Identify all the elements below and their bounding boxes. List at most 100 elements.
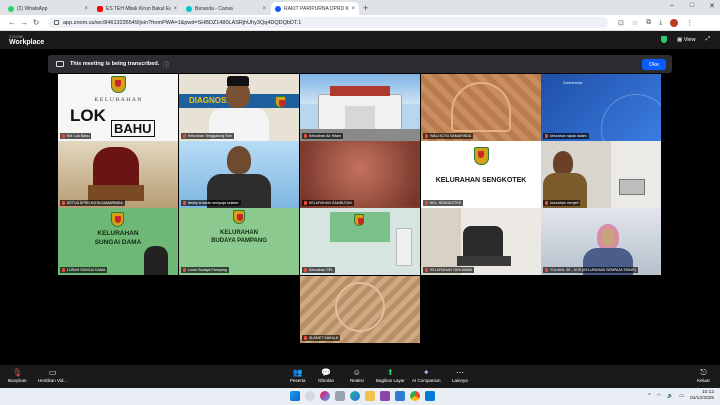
info-icon[interactable]: ⓘ [163, 60, 169, 69]
wifi-icon[interactable]: ◠ [657, 393, 661, 399]
extensions-icon[interactable]: ⧉ [646, 19, 651, 27]
participant-tile[interactable]: KELURAHAN BUDAYA PAMPANG Lurah Budaya Pa… [179, 208, 299, 275]
chrome-icon[interactable] [410, 391, 420, 401]
zoom-header: ZOOM Workplace ▦ View ⤢ [0, 31, 720, 49]
volume-icon[interactable]: 🔈 [667, 393, 673, 399]
participant-name: kelurahan rapak dalam [543, 133, 589, 139]
edge-icon[interactable] [350, 391, 360, 401]
leave-button[interactable]: ⎋ Keluar [697, 368, 710, 383]
participant-tile[interactable]: destry w karah sempaja selatan [179, 141, 299, 208]
file-explorer-icon[interactable] [365, 391, 375, 401]
participant-tile[interactable]: kelurahan menjeti [541, 141, 661, 208]
youtube-icon [97, 5, 103, 12]
system-tray: ^ ◠ 🔈 ▭ 10:12 04/12/2025 [648, 390, 714, 402]
fullscreen-icon[interactable]: ⤢ [706, 36, 710, 43]
windows-start-icon[interactable] [290, 391, 300, 401]
browser-tab-whatsapp[interactable]: (2) WhatsApp × [4, 2, 92, 15]
share-screen-icon: ⬆ [387, 368, 394, 377]
task-view-icon[interactable] [335, 391, 345, 401]
whatsapp-icon [8, 5, 14, 12]
city-emblem-icon [111, 212, 124, 227]
participant-tile[interactable]: WALI KOTA SAMARINDA [421, 74, 541, 141]
back-icon[interactable]: ← [6, 18, 18, 27]
participant-tile[interactable]: K E L U R A H A N LOK BAHU Kel. Lok Bahu [58, 74, 178, 141]
participant-name: KETUA DPRD KOTA SAMARINDA [60, 200, 125, 206]
forward-icon[interactable]: → [18, 18, 30, 27]
downloads-icon[interactable]: ⤓ [659, 19, 662, 27]
more-dots-icon: ⋯ [455, 368, 464, 377]
url-field[interactable]: app.zoom.us/wc/84613235549/join?fromPWA=… [48, 17, 608, 28]
chat-button[interactable]: 💬 Obrolan [318, 368, 334, 383]
participant-name: destry w karah sempaja selatan [181, 200, 241, 206]
app-icon[interactable] [380, 391, 390, 401]
mic-muted-icon [304, 268, 307, 272]
mic-muted-icon [425, 201, 428, 205]
participant-tile[interactable]: DIAGNOSA Kelurahan Tenggarong Seb [179, 74, 299, 141]
bookmark-star-icon[interactable]: ☆ [632, 19, 638, 27]
browser-tab-canva[interactable]: Beranda - Canva × [182, 2, 270, 15]
participant-tile[interactable]: YULIANI, SE., M.Si (KELURAHAN SEMPAJA TI… [541, 208, 661, 275]
mic-muted-icon [304, 336, 307, 340]
profile-avatar[interactable] [670, 18, 679, 27]
close-tab-icon[interactable]: × [351, 6, 355, 12]
city-emblem-icon [111, 76, 126, 93]
zoom-workplace-title: Workplace [9, 39, 45, 46]
mute-button[interactable]: 🎙 Bunyikan [8, 368, 27, 383]
store-icon[interactable] [395, 391, 405, 401]
new-tab-button[interactable]: + [363, 2, 368, 15]
city-emblem-icon [275, 96, 286, 108]
participant-name: LURAH SUNGAI DAMA [60, 267, 108, 273]
browser-tab-zoom[interactable]: RAKIT PARIPURNA DPRD KOTA × [271, 2, 359, 15]
site-info-icon[interactable] [54, 20, 59, 25]
search-icon[interactable] [305, 391, 315, 401]
close-window-icon[interactable]: ✕ [708, 2, 716, 10]
close-tab-icon[interactable]: × [173, 6, 177, 12]
chevron-up-icon[interactable]: ^ [648, 393, 650, 399]
battery-icon[interactable]: ▭ [679, 393, 684, 399]
share-screen-button[interactable]: ⬆ Bagikan Layar [376, 368, 405, 383]
view-button[interactable]: ▦ View [677, 37, 696, 43]
ok-button[interactable]: Oke [642, 59, 666, 70]
participant-name: KELURAHAN TANI AMAN [423, 267, 475, 273]
ai-companion-button[interactable]: ✦ AI Companion [412, 368, 441, 383]
copilot-icon[interactable] [320, 391, 330, 401]
transcription-banner: This meeting is being transcribed. ⓘ Oke [48, 55, 672, 73]
participant-tile[interactable]: SLAMET SAKALE [300, 276, 420, 343]
participant-tile[interactable]: Kelurahan Air Hitam [300, 74, 420, 141]
more-button[interactable]: ⋯ Lainnya [452, 368, 468, 383]
participant-tile[interactable]: KETUA DPRD KOTA SAMARINDA [58, 141, 178, 208]
participant-person [553, 151, 573, 175]
browser-tab-youtube[interactable]: ES TEH Mbak Kirun Bakul Es Teh × [93, 2, 181, 15]
meeting-toolbar: 🎙 Bunyikan ▭ Hentikan Vid... 👥 Peserta 💬… [0, 365, 720, 388]
participant-tile[interactable]: KELURAHAN SUNGAI DAMA LURAH SUNGAI DAMA [58, 208, 178, 275]
shield-icon[interactable] [661, 36, 668, 43]
maximize-icon[interactable]: □ [688, 2, 696, 10]
mic-muted-icon [425, 268, 428, 272]
participants-button[interactable]: 👥 Peserta [290, 368, 306, 383]
mic-muted-icon [183, 201, 186, 205]
mic-muted-icon [545, 268, 548, 272]
participant-tile[interactable]: KELURAHAN TANI AMAN [421, 208, 541, 275]
stop-video-button[interactable]: ▭ Hentikan Vid... [38, 368, 67, 383]
reactions-button[interactable]: ☺ Reaksi [350, 368, 364, 383]
clock[interactable]: 10:12 04/12/2025 [690, 390, 714, 402]
mic-muted-icon [545, 201, 548, 205]
mic-muted-icon [62, 134, 65, 138]
participant-tile[interactable]: KELURAHAN SAMBUTAN [300, 141, 420, 208]
reload-icon[interactable]: ↻ [30, 18, 42, 27]
participant-person [597, 224, 619, 250]
city-emblem-icon [474, 147, 489, 165]
participant-name: Kelurahan Air Hitam [302, 133, 343, 139]
mic-muted-icon [62, 201, 65, 205]
close-tab-icon[interactable]: × [84, 6, 88, 12]
participant-name: kelurahan menjeti [543, 200, 581, 206]
minimize-icon[interactable]: – [668, 2, 676, 10]
participant-tile[interactable]: Kelurahan SPL [300, 208, 420, 275]
menu-kebab-icon[interactable]: ⋮ [686, 19, 693, 27]
participant-tile[interactable]: KELURAHAN SENGKOTEK KEL. SENGKOTEK [421, 141, 541, 208]
participant-name: Kelurahan SPL [302, 267, 336, 273]
close-tab-icon[interactable]: × [262, 6, 266, 12]
install-app-icon[interactable]: ⊡ [618, 19, 624, 27]
mail-icon[interactable] [425, 391, 435, 401]
participant-tile[interactable]: Samarinda kelurahan rapak dalam [541, 74, 661, 141]
